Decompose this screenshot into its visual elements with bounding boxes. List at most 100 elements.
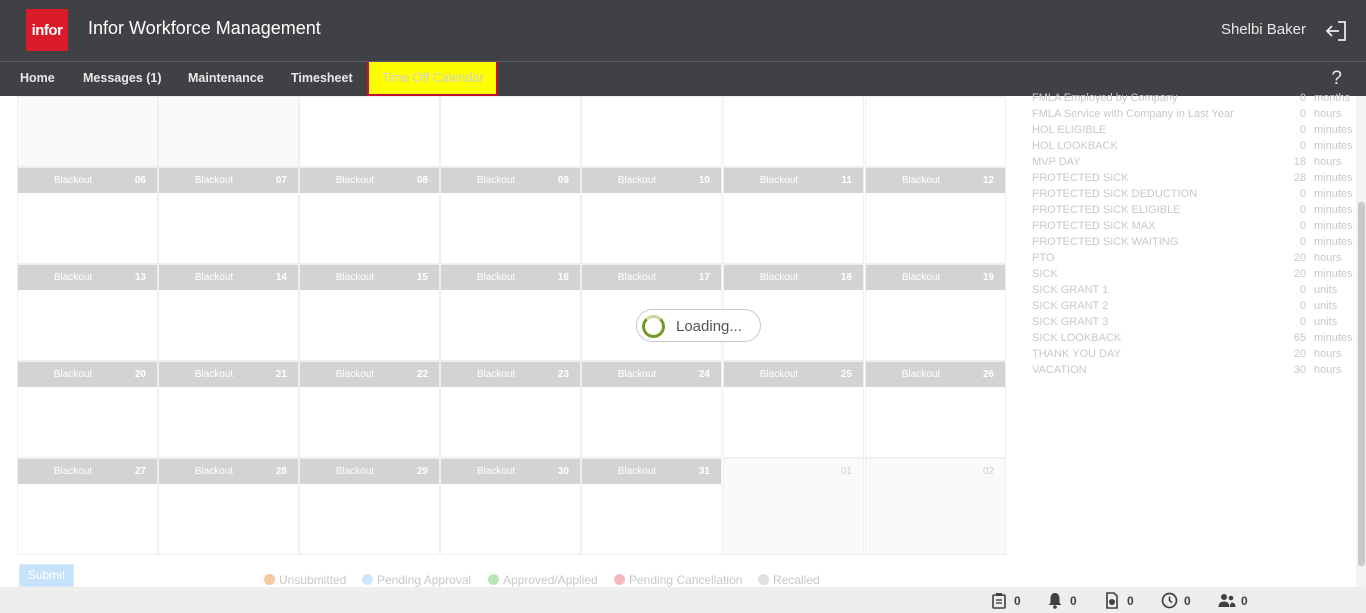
calendar-day-cell[interactable]: Blackout 13 — [17, 264, 158, 361]
calendar-day-cell[interactable]: Blackout 26 — [865, 361, 1006, 458]
balance-name: PROTECTED SICK ELIGIBLE — [1032, 204, 1181, 216]
balance-name: THANK YOU DAY — [1032, 348, 1121, 360]
nav-messages[interactable]: Messages (1) — [83, 62, 162, 96]
calendar-day-cell[interactable]: 02 — [865, 458, 1006, 555]
top-header: infor Infor Workforce Management Shelbi … — [0, 0, 1366, 61]
balance-value: 20 — [1293, 252, 1306, 264]
day-number: 11 — [841, 175, 852, 186]
calendar-day-header: Blackout 18 — [724, 265, 863, 290]
day-number: 02 — [982, 466, 994, 477]
user-name[interactable]: Shelbi Baker — [1221, 21, 1306, 38]
footer-count: 0 — [1127, 594, 1134, 608]
calendar-day-cell[interactable]: Blackout 10 — [581, 167, 722, 264]
day-number: 22 — [416, 369, 428, 380]
calendar-day-cell[interactable] — [17, 96, 158, 167]
calendar-day-header: Blackout 11 — [724, 168, 863, 193]
calendar-day-cell[interactable] — [440, 96, 581, 167]
calendar-day-cell[interactable]: Blackout 08 — [299, 167, 440, 264]
calendar-day-cell[interactable]: Blackout 23 — [440, 361, 581, 458]
calendar-day-cell[interactable]: 01 — [723, 458, 864, 555]
scrollbar-thumb[interactable] — [1358, 202, 1365, 566]
calendar-day-cell[interactable]: Blackout 19 — [865, 264, 1006, 361]
calendar-day-header: Blackout 20 — [18, 362, 157, 387]
balance-value: 0 — [1299, 316, 1306, 328]
calendar-day-cell[interactable]: Blackout 31 — [581, 458, 722, 555]
calendar-day-cell[interactable]: Blackout 24 — [581, 361, 722, 458]
calendar-day-cell[interactable]: Blackout 12 — [865, 167, 1006, 264]
day-number: 12 — [982, 175, 994, 186]
blackout-label: Blackout — [617, 272, 657, 283]
footer-clipboard-counter[interactable]: 0 — [991, 592, 1031, 610]
legend-label: Pending Approval — [377, 573, 472, 587]
blackout-label: Blackout — [335, 369, 375, 380]
balance-name: PTO — [1032, 252, 1055, 264]
balance-unit: hours — [1314, 364, 1342, 376]
blackout-label: Blackout — [335, 175, 375, 186]
calendar-day-cell[interactable]: Blackout 27 — [17, 458, 158, 555]
calendar-day-cell[interactable] — [158, 96, 299, 167]
infor-logo[interactable]: infor — [26, 9, 68, 51]
blackout-label: Blackout — [335, 466, 375, 477]
balance-name: SICK GRANT 1 — [1032, 284, 1109, 296]
nav-maintenance[interactable]: Maintenance — [188, 62, 264, 96]
footer-bar: 0 0 0 0 0 — [0, 587, 1366, 613]
calendar-day-cell[interactable]: Blackout 07 — [158, 167, 299, 264]
calendar-day-cell[interactable]: Blackout 28 — [158, 458, 299, 555]
balance-unit: minutes — [1314, 268, 1353, 280]
day-number: 09 — [557, 175, 569, 186]
calendar-day-header: Blackout 07 — [159, 168, 298, 193]
calendar-day-cell[interactable]: Blackout 14 — [158, 264, 299, 361]
calendar-day-cell[interactable]: Blackout 29 — [299, 458, 440, 555]
nav-home[interactable]: Home — [20, 62, 55, 96]
balance-value: 20 — [1293, 348, 1306, 360]
footer-bell-counter[interactable]: 0 — [1047, 592, 1087, 610]
calendar-day-cell[interactable]: Blackout 25 — [723, 361, 864, 458]
day-number: 31 — [698, 466, 710, 477]
day-number: 17 — [698, 272, 710, 283]
balance-name: PROTECTED SICK DEDUCTION — [1032, 188, 1198, 200]
calendar-day-cell[interactable]: Blackout 09 — [440, 167, 581, 264]
nav-time-off-calendar[interactable]: Time Off Calendar — [367, 62, 499, 96]
balance-name: HOL LOOKBACK — [1032, 140, 1118, 152]
balance-name: PROTECTED SICK MAX — [1032, 220, 1156, 232]
footer-document-clock-counter[interactable]: 0 — [1104, 592, 1144, 610]
calendar-day-header: Blackout 22 — [300, 362, 439, 387]
calendar-day-header: Blackout 12 — [866, 168, 1005, 193]
help-icon[interactable]: ? — [1331, 68, 1342, 90]
calendar-day-cell[interactable]: Blackout 22 — [299, 361, 440, 458]
calendar-day-cell[interactable]: Blackout 11 — [723, 167, 864, 264]
logout-icon[interactable] — [1324, 19, 1348, 43]
submit-button[interactable]: Submit — [19, 564, 74, 587]
balance-unit: units — [1314, 300, 1338, 312]
footer-clock-counter[interactable]: 0 — [1161, 592, 1201, 610]
calendar-day-header: Blackout 16 — [441, 265, 580, 290]
calendar-day-cell[interactable]: Blackout 20 — [17, 361, 158, 458]
calendar-day-header: Blackout 29 — [300, 459, 439, 484]
day-number: 20 — [134, 369, 146, 380]
blackout-label: Blackout — [53, 466, 93, 477]
day-number: 19 — [982, 272, 994, 283]
nav-timesheet[interactable]: Timesheet — [291, 62, 353, 96]
calendar-day-cell[interactable]: Blackout 15 — [299, 264, 440, 361]
blackout-label: Blackout — [194, 272, 234, 283]
calendar-day-cell[interactable]: Blackout 16 — [440, 264, 581, 361]
balance-row: PROTECTED SICK DEDUCTION 0 minutes — [1032, 188, 1353, 204]
calendar-day-cell[interactable] — [723, 96, 864, 167]
calendar-day-cell[interactable] — [581, 96, 722, 167]
calendar-day-cell[interactable] — [299, 96, 440, 167]
calendar-day-cell[interactable] — [865, 96, 1006, 167]
calendar-day-cell[interactable]: Blackout 21 — [158, 361, 299, 458]
balance-value: 0 — [1299, 124, 1306, 136]
blackout-label: Blackout — [53, 175, 93, 186]
footer-people-counter[interactable]: 0 — [1218, 592, 1258, 610]
balance-row: SICK GRANT 1 0 units — [1032, 284, 1337, 300]
balance-unit: minutes — [1314, 124, 1353, 136]
balance-name: MVP DAY — [1032, 156, 1081, 168]
calendar-day-header: Blackout 23 — [441, 362, 580, 387]
balance-unit: minutes — [1314, 220, 1353, 232]
blackout-label: Blackout — [476, 272, 516, 283]
calendar-day-cell[interactable]: Blackout 30 — [440, 458, 581, 555]
calendar-day-cell[interactable]: Blackout 06 — [17, 167, 158, 264]
blackout-label: Blackout — [617, 466, 657, 477]
day-number: 14 — [275, 272, 287, 283]
